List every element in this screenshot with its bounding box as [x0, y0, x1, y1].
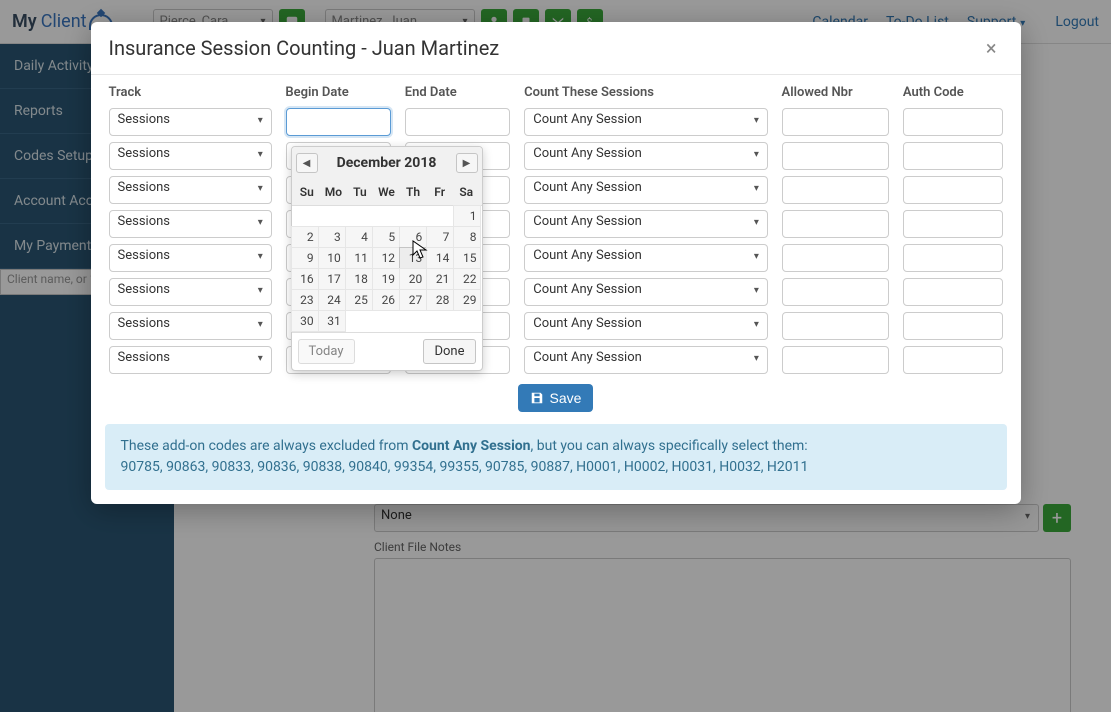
session-row: Sessions Count Any Session [105, 244, 1007, 272]
datepicker-day[interactable]: 24 [318, 289, 346, 311]
datepicker-day[interactable]: 18 [345, 268, 373, 290]
datepicker-day[interactable]: 5 [372, 226, 400, 248]
session-row: Sessions Count Any Session [105, 278, 1007, 306]
header-begin: Begin Date [285, 85, 390, 100]
track-select[interactable]: Sessions [109, 278, 272, 306]
auth-code-input[interactable] [903, 244, 1003, 272]
datepicker-today-button[interactable]: Today [298, 339, 355, 364]
datepicker-title: December 2018 [337, 155, 437, 171]
auth-code-input[interactable] [903, 210, 1003, 238]
count-sessions-select[interactable]: Count Any Session [524, 108, 768, 136]
allowed-number-input[interactable] [782, 346, 889, 374]
track-select[interactable]: Sessions [109, 244, 272, 272]
session-row: Sessions Count Any Session [105, 108, 1007, 136]
datepicker-prev-button[interactable]: ◀ [296, 153, 318, 173]
allowed-number-input[interactable] [782, 108, 889, 136]
auth-code-input[interactable] [903, 142, 1003, 170]
session-row: Sessions Count Any Session [105, 142, 1007, 170]
session-row: Sessions Count Any Session [105, 346, 1007, 374]
datepicker-day[interactable]: 14 [426, 247, 454, 269]
modal-overlay: Insurance Session Counting - Juan Martin… [0, 0, 1111, 712]
modal-title: Insurance Session Counting - Juan Martin… [109, 36, 500, 60]
session-row: Sessions Count Any Session [105, 176, 1007, 204]
header-count: Count These Sessions [524, 85, 767, 100]
datepicker-day[interactable]: 20 [399, 268, 427, 290]
datepicker-day[interactable]: 30 [291, 310, 319, 332]
datepicker-day[interactable]: 25 [345, 289, 373, 311]
count-sessions-select[interactable]: Count Any Session [524, 244, 768, 272]
count-sessions-select[interactable]: Count Any Session [524, 278, 768, 306]
auth-code-input[interactable] [903, 278, 1003, 306]
datepicker-day[interactable]: 22 [453, 268, 481, 290]
insurance-session-modal: Insurance Session Counting - Juan Martin… [91, 22, 1021, 504]
end-date-input[interactable] [405, 108, 510, 136]
auth-code-input[interactable] [903, 176, 1003, 204]
track-select[interactable]: Sessions [109, 142, 272, 170]
datepicker-day[interactable]: 19 [372, 268, 400, 290]
allowed-number-input[interactable] [782, 176, 889, 204]
datepicker-dow: Mo [320, 183, 347, 201]
datepicker-day[interactable]: 29 [453, 289, 481, 311]
datepicker-day[interactable]: 8 [453, 226, 481, 248]
datepicker-day[interactable]: 11 [345, 247, 373, 269]
datepicker-day[interactable]: 23 [291, 289, 319, 311]
datepicker-dow: We [373, 183, 400, 201]
datepicker-day[interactable]: 15 [453, 247, 481, 269]
auth-code-input[interactable] [903, 312, 1003, 340]
datepicker-day[interactable]: 13 [399, 247, 427, 269]
datepicker-day[interactable]: 17 [318, 268, 346, 290]
auth-code-input[interactable] [903, 108, 1003, 136]
datepicker-dow: Sa [453, 183, 480, 201]
datepicker-dow: Tu [347, 183, 374, 201]
auth-code-input[interactable] [903, 346, 1003, 374]
begin-date-input[interactable] [286, 108, 391, 136]
datepicker-day[interactable]: 1 [453, 205, 481, 227]
session-row: Sessions Count Any Session [105, 312, 1007, 340]
datepicker-day[interactable]: 3 [318, 226, 346, 248]
allowed-number-input[interactable] [782, 244, 889, 272]
session-row: Sessions Count Any Session [105, 210, 1007, 238]
count-sessions-select[interactable]: Count Any Session [524, 346, 768, 374]
datepicker: ◀ December 2018 ▶ SuMoTuWeThFrSa 1234567… [291, 146, 483, 371]
allowed-number-input[interactable] [782, 278, 889, 306]
header-allowed: Allowed Nbr [782, 85, 889, 100]
header-end: End Date [405, 85, 510, 100]
track-select[interactable]: Sessions [109, 176, 272, 204]
datepicker-done-button[interactable]: Done [423, 339, 475, 364]
track-select[interactable]: Sessions [109, 312, 272, 340]
datepicker-day[interactable]: 6 [399, 226, 427, 248]
datepicker-day[interactable]: 7 [426, 226, 454, 248]
datepicker-dow: Su [294, 183, 321, 201]
datepicker-dow: Th [400, 183, 427, 201]
datepicker-day[interactable]: 12 [372, 247, 400, 269]
count-sessions-select[interactable]: Count Any Session [524, 312, 768, 340]
track-select[interactable]: Sessions [109, 346, 272, 374]
allowed-number-input[interactable] [782, 312, 889, 340]
datepicker-day[interactable]: 10 [318, 247, 346, 269]
save-icon [530, 391, 544, 405]
datepicker-next-button[interactable]: ▶ [456, 153, 478, 173]
header-track: Track [109, 85, 272, 100]
header-auth: Auth Code [903, 85, 1003, 100]
datepicker-dow: Fr [426, 183, 453, 201]
count-sessions-select[interactable]: Count Any Session [524, 176, 768, 204]
count-sessions-select[interactable]: Count Any Session [524, 142, 768, 170]
datepicker-day[interactable]: 26 [372, 289, 400, 311]
allowed-number-input[interactable] [782, 142, 889, 170]
datepicker-day[interactable]: 31 [318, 310, 346, 332]
track-select[interactable]: Sessions [109, 210, 272, 238]
datepicker-day[interactable]: 9 [291, 247, 319, 269]
close-icon[interactable]: × [980, 34, 1003, 62]
datepicker-day[interactable]: 21 [426, 268, 454, 290]
allowed-number-input[interactable] [782, 210, 889, 238]
datepicker-day[interactable]: 28 [426, 289, 454, 311]
count-sessions-select[interactable]: Count Any Session [524, 210, 768, 238]
datepicker-day[interactable]: 2 [291, 226, 319, 248]
save-button[interactable]: Save [518, 384, 594, 412]
track-select[interactable]: Sessions [109, 108, 272, 136]
info-box: These add-on codes are always excluded f… [105, 424, 1007, 490]
datepicker-day[interactable]: 4 [345, 226, 373, 248]
datepicker-day[interactable]: 27 [399, 289, 427, 311]
datepicker-day[interactable]: 16 [291, 268, 319, 290]
